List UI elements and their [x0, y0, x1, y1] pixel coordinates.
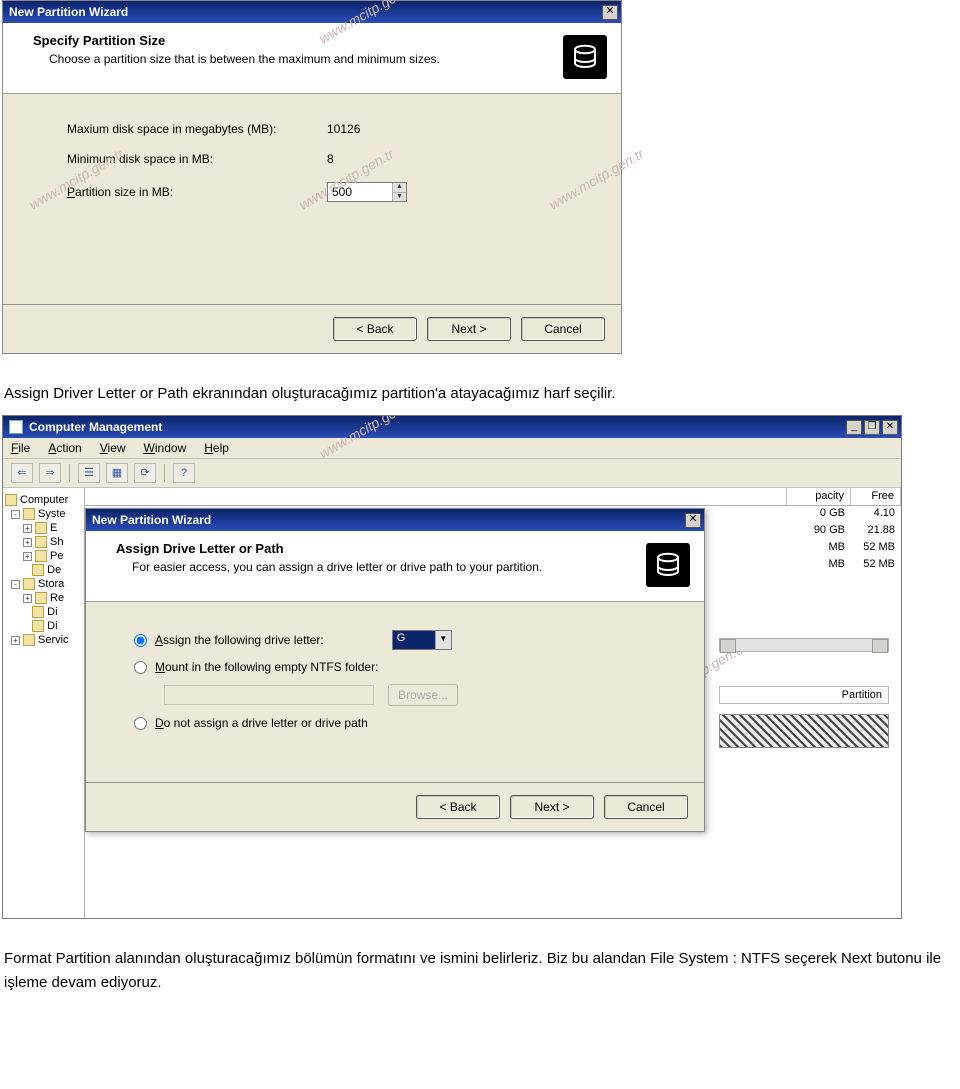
wizard-header: Specify Partition Size Choose a partitio… — [3, 23, 621, 94]
partition-size-input[interactable] — [328, 183, 392, 201]
refresh-icon[interactable]: ⟳ — [134, 463, 156, 483]
disk-block — [719, 714, 889, 748]
right-pane: pacity Free 0 GB4.10 90 GB21.88 MB52 MB … — [85, 488, 901, 918]
dialog-title: New Partition Wizard — [9, 5, 128, 19]
tree-item[interactable]: +Re — [23, 592, 82, 604]
menu-action[interactable]: Action — [48, 441, 81, 455]
disk-fragments: Partition — [719, 638, 889, 748]
cancel-button[interactable]: Cancel — [604, 795, 688, 819]
back-button[interactable]: < Back — [416, 795, 500, 819]
wizard-buttons: < Back Next > Cancel — [3, 304, 621, 353]
tree-item[interactable]: -Syste — [11, 508, 82, 520]
cancel-button[interactable]: Cancel — [521, 317, 605, 341]
close-icon[interactable]: ✕ — [685, 513, 701, 528]
partition-size-stepper[interactable]: ▲▼ — [327, 182, 407, 202]
help-icon[interactable]: ? — [173, 463, 195, 483]
wizard-header-title: Assign Drive Letter or Path — [116, 541, 646, 556]
radio-input[interactable] — [134, 661, 147, 674]
drive-letter-value: G — [393, 631, 435, 649]
dialog-title: New Partition Wizard — [92, 513, 211, 527]
next-button[interactable]: Next > — [427, 317, 511, 341]
wizard-header-title: Specify Partition Size — [33, 33, 563, 48]
wizard-body: Maxium disk space in megabytes (MB): 101… — [3, 94, 621, 304]
nav-fwd-icon[interactable]: ⇒ — [39, 463, 61, 483]
caption-text-2: Format Partition alanından oluşturacağım… — [4, 947, 956, 994]
back-button[interactable]: < Back — [333, 317, 417, 341]
app-icon — [9, 420, 23, 434]
partition-size-label: Partition size in MB: — [67, 185, 327, 199]
wizard-assign-drive-letter: New Partition Wizard ✕ Assign Drive Lett… — [85, 508, 705, 832]
wizard-body: Assign the following drive letter: G ▼ M… — [86, 602, 704, 782]
max-disk-label: Maxium disk space in megabytes (MB): — [67, 122, 327, 136]
chevron-down-icon[interactable]: ▼ — [435, 631, 451, 649]
maximize-icon[interactable]: ❐ — [864, 420, 880, 435]
computer-management-window: www.mcitp.gen.tr www.mcitp.gen.tr www.mc… — [2, 415, 902, 919]
disk-icon — [646, 543, 690, 587]
radio-label: Assign the following drive letter: — [155, 633, 324, 647]
tree-item[interactable]: +Pe — [23, 550, 82, 562]
wizard-header: Assign Drive Letter or Path For easier a… — [86, 531, 704, 602]
toolbar-icon[interactable]: ☰ — [78, 463, 100, 483]
menu-file[interactable]: File — [11, 441, 30, 455]
drive-letter-select[interactable]: G ▼ — [392, 630, 452, 650]
radio-input[interactable] — [134, 717, 147, 730]
toolbar-icon[interactable]: ▦ — [106, 463, 128, 483]
menu-window[interactable]: Window — [144, 441, 187, 455]
radio-assign-letter[interactable]: Assign the following drive letter: G ▼ — [134, 630, 684, 650]
col-capacity[interactable]: pacity — [787, 488, 851, 505]
browse-button: Browse... — [388, 684, 458, 706]
tree-item[interactable]: De — [23, 564, 82, 576]
nav-back-icon[interactable]: ⇐ — [11, 463, 33, 483]
radio-mount-folder[interactable]: Mount in the following empty NTFS folder… — [134, 660, 684, 674]
tree-root[interactable]: Computer — [5, 494, 82, 506]
disk-icon — [563, 35, 607, 79]
list-header: pacity Free — [85, 488, 901, 506]
col-free[interactable]: Free — [851, 488, 901, 505]
dialog-titlebar: New Partition Wizard ✕ — [86, 509, 704, 531]
caption-text-1: Assign Driver Letter or Path ekranından … — [4, 382, 956, 405]
tree-item[interactable]: Di — [23, 606, 82, 618]
max-disk-value: 10126 — [327, 122, 360, 136]
dialog-titlebar: New Partition Wizard ✕ — [3, 1, 621, 23]
close-icon[interactable]: ✕ — [602, 5, 618, 20]
tree-item[interactable]: +E — [23, 522, 82, 534]
tree-item[interactable]: +Servic — [11, 634, 82, 646]
radio-no-letter[interactable]: Do not assign a drive letter or drive pa… — [134, 716, 684, 730]
partition-label: Partition — [719, 686, 889, 704]
next-button[interactable]: Next > — [510, 795, 594, 819]
toolbar: ⇐ ⇒ ☰ ▦ ⟳ ? — [3, 459, 901, 488]
min-disk-label: Minimum disk space in MB: — [67, 152, 327, 166]
cm-titlebar: Computer Management _ ❐ ✕ — [3, 416, 901, 438]
wizard-buttons: < Back Next > Cancel — [86, 782, 704, 831]
mount-path-input — [164, 685, 374, 705]
wizard-specify-size: www.mcitp.gen.tr www.mcitp.gen.tr www.mc… — [2, 0, 622, 354]
menu-help[interactable]: Help — [204, 441, 229, 455]
radio-input[interactable] — [134, 634, 147, 647]
spinner-arrows[interactable]: ▲▼ — [392, 183, 406, 201]
tree-item[interactable]: -Stora — [11, 578, 82, 590]
tree-item[interactable]: +Sh — [23, 536, 82, 548]
wizard-header-subtitle: Choose a partition size that is between … — [49, 52, 563, 66]
wizard-header-subtitle: For easier access, you can assign a driv… — [132, 560, 646, 574]
min-disk-value: 8 — [327, 152, 334, 166]
tree-panel: Computer -Syste +E +Sh +Pe De -Stora +Re… — [3, 488, 85, 918]
radio-label: Mount in the following empty NTFS folder… — [155, 660, 378, 674]
close-icon[interactable]: ✕ — [882, 420, 898, 435]
radio-label: Do not assign a drive letter or drive pa… — [155, 716, 368, 730]
menubar: File Action View Window Help — [3, 438, 901, 459]
tree-item[interactable]: Di — [23, 620, 82, 632]
cm-title-text: Computer Management — [29, 420, 162, 434]
menu-view[interactable]: View — [100, 441, 126, 455]
horizontal-scrollbar[interactable] — [719, 638, 889, 652]
minimize-icon[interactable]: _ — [846, 420, 862, 435]
